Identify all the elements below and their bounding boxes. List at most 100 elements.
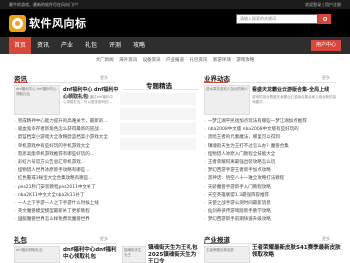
gifts-divider [14, 243, 116, 244]
nav-item-industry[interactable]: 产业 [55, 37, 79, 54]
bullet-icon: › [14, 200, 16, 206]
list-item[interactable]: › pes21秒门安装教程pes2011中文补丁 [14, 184, 118, 192]
logo-icon [9, 14, 26, 32]
list-item[interactable]: › 天骄魔兽手游新手入门教程攻略 [204, 184, 340, 192]
nav-item-guides[interactable]: 攻略 [127, 37, 151, 54]
industry-feature-desc: 游戏的加点看盛天龙霸业云游版合集全局上线全新的游戏模式... [252, 95, 336, 104]
industry-feature-image[interactable]: 逆水寒手游双人加点的两人 [204, 85, 250, 115]
search-button[interactable] [318, 14, 331, 24]
list-item[interactable]: › nba2K11中文大全nba2k11补丁 [14, 192, 118, 200]
bullet-icon: › [14, 119, 16, 124]
sub-nav: 大厂新闻 海外资讯 设备资讯 产业报道 礼包资讯 新游评测 游戏攻略 [0, 55, 350, 67]
bullet-icon: › [204, 217, 206, 223]
bullet-icon: › [204, 192, 206, 198]
list-item[interactable]: › 蔚蓝档案小游戏大全攻略蔚蓝档案小游戏大全 [14, 134, 118, 142]
special-item[interactable] [120, 138, 196, 150]
search-icon [322, 17, 327, 21]
news-more-link[interactable]: 更多 [100, 75, 108, 81]
subnav-link[interactable]: 礼包资讯 [189, 58, 207, 63]
bullet-icon: › [204, 159, 206, 165]
list-item[interactable]: › 完成精神中心能力提升的高难关卡，最新的... [14, 118, 118, 126]
bullet-icon: › [14, 184, 16, 190]
news-divider [14, 82, 116, 83]
search-input[interactable]: 请输入搜索的关键词 [236, 14, 318, 24]
gifts-mid-title[interactable]: 镇魂街天生为王礼包2025镇魂街天生为王口令 [148, 245, 200, 263]
list-item[interactable]: › 彩虹六号官方公告总汇单机游戏... [14, 159, 118, 167]
news-feature-image[interactable]: dnf福利中心 dnf福利中心领取礼包 [14, 85, 60, 115]
main-nav: 首页 资讯 产业 礼包 评测 攻略 用户中心 [0, 37, 350, 54]
industry-news-feature-image[interactable]: 王者荣耀全新皮肤 [204, 246, 250, 263]
special-item[interactable] [120, 123, 196, 135]
gifts-feature-title[interactable]: dnf福利中心dnf福利中心领取礼包 [63, 247, 118, 261]
bullet-icon: › [204, 143, 206, 149]
top-bar-slogan: 最牛的游戏，最新的软件尽在风向门户! [9, 2, 79, 7]
list-item[interactable]: › 怪物猎人世界冰原新手攻略有哪些... [14, 167, 118, 175]
bullet-icon: › [14, 217, 16, 223]
site-logo[interactable]: 软件风向标 [9, 14, 87, 32]
list-item[interactable]: › 怪物猎人冰原入门教程全技能大全 [204, 151, 340, 159]
list-item[interactable]: › 红色警戒3秘宝大全合集攻略有哪些... [14, 175, 118, 183]
news-feature-desc: 在dnf中玩家可以通过dnf福利中心领取礼包，可以登录官网的... [63, 95, 113, 104]
gifts-divider-accent [14, 243, 26, 244]
top-bar: 最牛的游戏，最新的软件尽在风向门户! 欢迎登录 | 用户注册 [0, 0, 350, 9]
bullet-icon: › [204, 127, 206, 133]
gifts-feature-image[interactable]: dnf福利领取礼包 [14, 246, 60, 263]
logo-text: 软件风向标 [29, 17, 87, 30]
gifts-more-link[interactable]: 更多 [100, 236, 108, 242]
subnav-link[interactable]: 产业报道 [166, 58, 184, 63]
industry-feature-title[interactable]: 看盛天龙霸业云游版合集-全局上线 [252, 86, 342, 93]
bullet-icon: › [204, 184, 206, 190]
industry-divider-accent [204, 82, 228, 83]
bullet-icon: › [204, 151, 206, 157]
list-item[interactable]: › 天使之战手游公测时间最新消息 [204, 200, 340, 208]
industry-more-link[interactable]: 更多 [322, 75, 330, 81]
list-item[interactable]: › 一梦江湖平民组加点玩法有哪些一梦江湖加点推荐 [204, 118, 340, 126]
list-item[interactable]: › 仙剑奇侠传游戏版新手教学攻略 [204, 208, 340, 216]
list-item[interactable]: › 单机游戏中有些好玩的手机游戏大全 [14, 143, 118, 151]
bullet-icon: › [204, 176, 206, 182]
industry-list: › 一梦江湖平民组加点玩法有哪些一梦江湖加点推荐 › nba2008中文版 nba2… [204, 118, 340, 224]
special-item[interactable] [120, 93, 196, 105]
bullet-icon: › [204, 135, 206, 141]
special-divider [122, 89, 198, 90]
bullet-icon: › [14, 159, 16, 165]
subnav-link[interactable]: 海外资讯 [119, 58, 137, 63]
bullet-icon: › [204, 200, 206, 206]
news-divider-accent [14, 82, 28, 83]
list-item[interactable]: › 天空英雄联盟1.3最强阵容推荐 [204, 192, 340, 200]
nav-item-gifts[interactable]: 礼包 [79, 37, 103, 54]
gifts-mid-image[interactable]: 镇魂街天生为王 [122, 246, 146, 263]
list-item[interactable]: › 黑神话：悟空八十一难全攻略打法教程 [204, 175, 340, 183]
bullet-icon: › [14, 192, 16, 198]
subnav-link[interactable]: 设备资讯 [143, 58, 161, 63]
special-item[interactable] [120, 108, 196, 120]
user-center-button[interactable]: 用户中心 [310, 40, 341, 51]
list-item[interactable]: › 黑暗王者的元素魔法，哪里可以得到 [204, 134, 340, 142]
bullet-icon: › [204, 209, 206, 215]
list-item[interactable]: › nba2008中文版 nba2008中文版有些好玩的 [204, 126, 340, 134]
list-item[interactable]: › 梦幻西游手游王者新手加点攻略 [204, 167, 340, 175]
industry-news-more-link[interactable]: 更多 [322, 236, 330, 242]
bullet-icon: › [14, 135, 16, 141]
list-item[interactable]: › 镇魂街天生为王打不过怎么办？魔兽合集 [204, 143, 340, 151]
list-item[interactable]: › 一人之下手游一人之下手游什么时候上线 [14, 200, 118, 208]
bullet-icon: › [14, 209, 16, 215]
subnav-link[interactable]: 大厂新闻 [96, 58, 114, 63]
login-register-links[interactable]: 欢迎登录 | 用户注册 [305, 0, 341, 9]
list-item[interactable]: › 怒思高能单机游戏推荐有哪些好玩的... [14, 151, 118, 159]
list-item[interactable]: › 英文魔兽模型模型最新补丁更新教程 [14, 208, 118, 216]
list-item[interactable]: › 王者荣耀阿离最强出装攻略怎么玩 [204, 159, 340, 167]
subnav-link[interactable]: 游戏攻略 [236, 58, 254, 63]
news-list: › 完成精神中心能力提升的高难关卡，最新的... › 吸血鬼幸存者新角色怎么获得最新… [14, 118, 118, 224]
list-item[interactable]: › 国服魔兽世界怎么样免费玩魔兽世界 [14, 216, 118, 224]
nav-item-home[interactable]: 首页 [9, 37, 31, 54]
industry-news-feature-title[interactable]: 王者荣耀最新皮肤S41赛季最新皮肤领取攻略 [252, 245, 342, 259]
subnav-link[interactable]: 新游评测 [213, 58, 231, 63]
bullet-icon: › [14, 143, 16, 149]
nav-item-reviews[interactable]: 评测 [103, 37, 127, 54]
bullet-icon: › [204, 119, 206, 124]
list-item[interactable]: › 吸血鬼幸存者新角色怎么获得最新的迎战... [14, 126, 118, 134]
list-item[interactable]: › 梦幻西游新手前期快速升级攻略 [204, 216, 340, 224]
nav-item-news[interactable]: 资讯 [31, 37, 55, 54]
bullet-icon: › [14, 127, 16, 133]
